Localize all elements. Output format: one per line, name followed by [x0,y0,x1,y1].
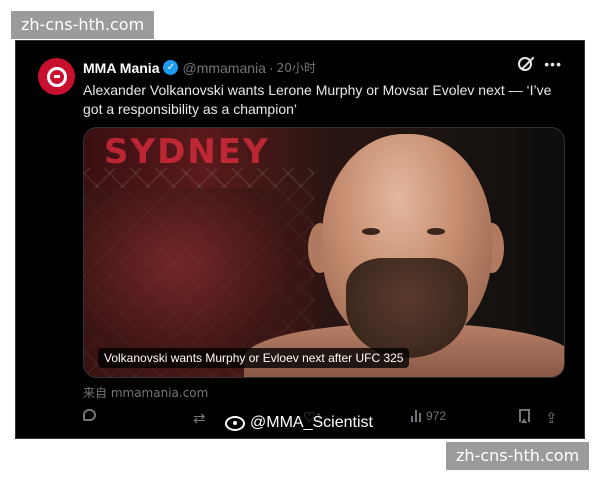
views-bar-chart-icon [411,410,421,422]
mma-mania-logo-icon [46,66,67,87]
watermark-bottom: zh-cns-hth.com [446,442,590,470]
tweet-card[interactable]: MMA Mania ✓ @mmamania · 20小时 ••• Alexand… [15,40,585,439]
author-name[interactable]: MMA Mania [83,60,159,76]
share-button[interactable]: ⇪ [545,409,558,427]
reply-button[interactable] [83,409,96,421]
arena-sign-text: SYDNEY [104,132,270,172]
tweet-top-actions: ••• [518,57,562,71]
reply-icon [83,409,96,421]
views-count: 972 [426,409,447,423]
avatar[interactable] [38,58,75,95]
weibo-watermark: @MMA_Scientist [225,414,373,432]
media-caption: Volkanovski wants Murphy or Evloev next … [98,348,410,368]
weibo-logo-icon [225,415,245,431]
fighter-eye-right [427,228,445,235]
timestamp[interactable]: 20小时 [277,59,316,76]
separator-dot: · [268,59,274,76]
views-button[interactable]: 972 [411,409,446,423]
tweet-text: Alexander Volkanovski wants Lerone Murph… [83,82,552,117]
repost-icon: ⇄ [193,410,206,427]
fighter-beard [346,258,468,358]
grok-icon[interactable] [518,57,533,71]
author-handle[interactable]: @mmamania [182,60,265,76]
bookmark-button[interactable] [519,409,530,423]
tweet-media-image[interactable]: SYDNEY Volkanovski wants Murphy or Evloe… [83,127,565,378]
bookmark-icon [519,409,530,423]
fighter-eye-left [362,228,380,235]
watermark-top: zh-cns-hth.com [11,11,155,39]
tweet-header: MMA Mania ✓ @mmamania · 20小时 [83,59,316,76]
repost-button[interactable]: ⇄ [193,409,206,427]
verified-badge-icon: ✓ [163,60,179,75]
more-options-icon[interactable]: ••• [544,57,562,71]
link-source[interactable]: 来自 mmamania.com [83,384,208,401]
share-icon: ⇪ [545,410,558,427]
weibo-handle: @MMA_Scientist [250,414,373,431]
